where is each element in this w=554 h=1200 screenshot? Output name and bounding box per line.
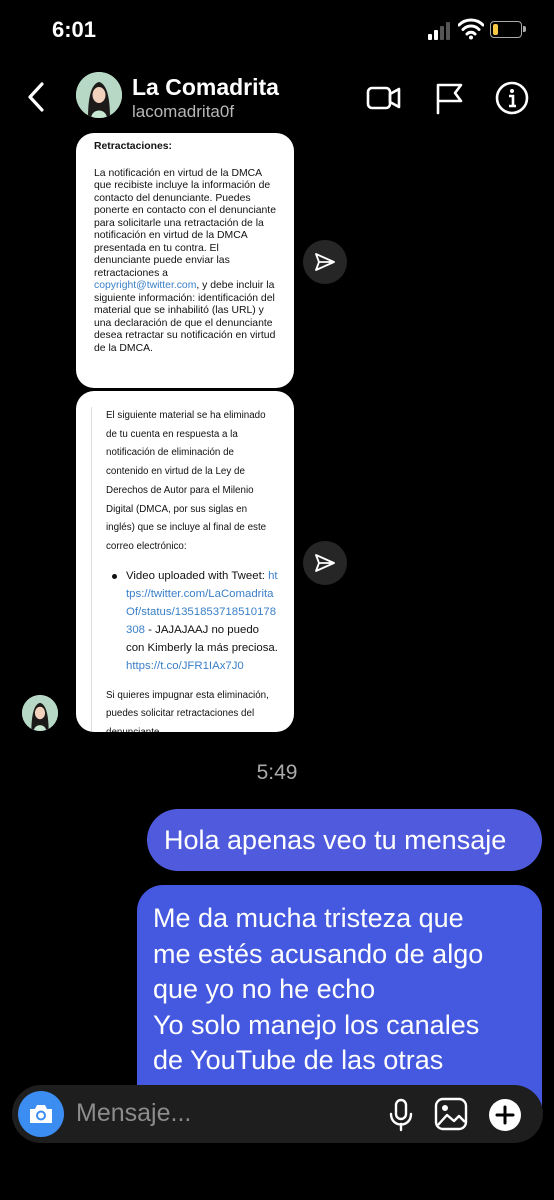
flag-icon[interactable] bbox=[432, 80, 468, 116]
send-icon bbox=[315, 253, 335, 271]
chat-header: La Comadrita lacomadrita0f bbox=[0, 62, 554, 134]
removed-material-item: Video uploaded with Tweet: https://twitt… bbox=[106, 567, 278, 675]
signal-bar bbox=[434, 30, 438, 40]
cellular-signal-icon bbox=[428, 22, 454, 40]
signal-bar bbox=[428, 34, 432, 40]
card-intro: El siguiente material se ha eliminado de… bbox=[106, 410, 267, 552]
card-text-1: La notificación en virtud de la DMCA que… bbox=[94, 167, 276, 279]
message-text: Me da mucha tristeza que me estés acusan… bbox=[153, 903, 484, 1075]
sender-avatar[interactable] bbox=[22, 695, 58, 731]
card-outro: Si quieres impugnar esta eliminación, pu… bbox=[106, 689, 269, 732]
contact-avatar[interactable] bbox=[76, 72, 122, 118]
bullet-separator: - bbox=[145, 623, 156, 636]
info-icon[interactable] bbox=[494, 80, 530, 116]
message-timestamp: 5:49 bbox=[256, 761, 298, 784]
camera-icon bbox=[30, 1105, 52, 1123]
share-button-2[interactable] bbox=[303, 541, 347, 585]
camera-button[interactable] bbox=[18, 1091, 64, 1137]
contact-name[interactable]: La Comadrita bbox=[132, 74, 279, 101]
video-camera-icon[interactable] bbox=[366, 80, 402, 116]
bullet-label: Video uploaded with Tweet: bbox=[126, 569, 265, 582]
microphone-icon[interactable] bbox=[388, 1098, 414, 1132]
wifi-icon bbox=[458, 18, 484, 40]
contact-username[interactable]: lacomadrita0f bbox=[132, 102, 234, 122]
message-input[interactable]: Mensaje... bbox=[76, 1099, 191, 1128]
battery-cap bbox=[523, 26, 526, 32]
share-button-1[interactable] bbox=[303, 240, 347, 284]
status-time: 6:01 bbox=[52, 17, 97, 42]
send-icon bbox=[315, 554, 335, 572]
card-body: La notificación en virtud de la DMCA que… bbox=[94, 168, 276, 356]
shared-post-retractaciones[interactable]: Retractaciones: La notificación en virtu… bbox=[76, 133, 294, 388]
plus-icon[interactable] bbox=[488, 1098, 522, 1132]
card-text-2: , y debe incluir la siguiente informació… bbox=[94, 280, 276, 354]
battery-icon bbox=[490, 21, 522, 38]
message-composer[interactable]: Mensaje... bbox=[12, 1085, 543, 1143]
chevron-left-icon[interactable] bbox=[22, 80, 52, 114]
signal-bar bbox=[440, 26, 444, 40]
status-bar: 6:01 bbox=[0, 0, 554, 60]
signal-bar bbox=[446, 22, 450, 40]
shared-post-dmca-notice[interactable]: El siguiente material se ha eliminado de… bbox=[76, 391, 294, 732]
gallery-icon[interactable] bbox=[434, 1097, 468, 1131]
message-text: Hola apenas veo tu mensaje bbox=[164, 825, 507, 855]
short-url-link[interactable]: https://t.co/JFR1IAx7J0 bbox=[126, 660, 244, 672]
card-heading: Retractaciones: bbox=[94, 141, 172, 152]
sent-message-bubble[interactable]: Hola apenas veo tu mensaje bbox=[147, 809, 542, 871]
sent-message-bubble[interactable]: Me da mucha tristeza que me estés acusan… bbox=[137, 885, 542, 1115]
copyright-email-link[interactable]: copyright@twitter.com bbox=[94, 280, 196, 291]
